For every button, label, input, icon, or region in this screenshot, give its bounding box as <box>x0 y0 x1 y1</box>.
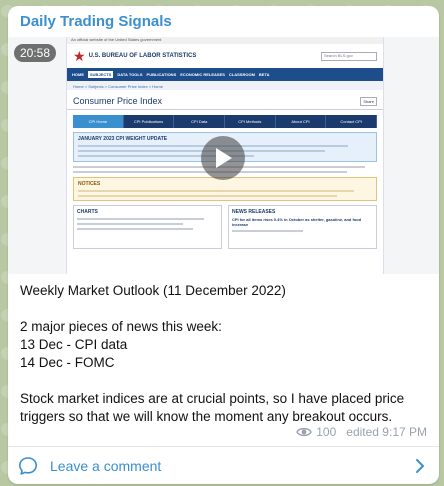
site-nav: HOME SUBJECTS DATA TOOLS PUBLICATIONS EC… <box>67 68 383 81</box>
message-text: Weekly Market Outlook (11 December 2022)… <box>20 282 432 426</box>
site-columns: CHARTS NEWS RELEASES CPI for all items r… <box>73 205 377 249</box>
leave-comment-button[interactable]: Leave a comment <box>8 447 439 484</box>
bls-logo-icon: ★ <box>73 47 86 64</box>
site-news-panel: NEWS RELEASES CPI for all items rises 0.… <box>228 205 377 249</box>
message-meta: 100 edited 9:17 PM <box>296 425 427 439</box>
chevron-right-icon <box>416 458 424 473</box>
message-line: Weekly Market Outlook (11 December 2022) <box>20 283 286 298</box>
message-line: 13 Dec - CPI data <box>20 337 128 352</box>
site-charts-panel: CHARTS <box>73 205 222 249</box>
eye-icon <box>296 427 313 437</box>
site-news-title: NEWS RELEASES <box>232 209 276 215</box>
site-news-item: CPI for all items rises 0.4% in October … <box>232 217 362 227</box>
channel-post: Daily Trading Signals 20:58 An official … <box>8 6 439 484</box>
channel-name[interactable]: Daily Trading Signals <box>20 13 172 30</box>
site-page-title-row: Consumer Price Index Share <box>67 90 383 110</box>
site-notices-box: NOTICES <box>73 177 377 201</box>
message-line: Stock market indices are at crucial poin… <box>20 391 405 424</box>
site-subtab: Contact CPI <box>326 115 378 128</box>
play-button[interactable] <box>201 136 245 180</box>
site-header: ★ U.S. BUREAU OF LABOR STATISTICS Search… <box>67 44 383 68</box>
site-nav-item: BETA <box>258 72 270 77</box>
site-breadcrumb: Home > Subjects > Consumer Price Index >… <box>67 81 383 90</box>
site-notices-title: NOTICES <box>78 181 101 187</box>
site-subtab: CPI Home <box>73 115 124 128</box>
site-page-title: Consumer Price Index <box>73 96 163 106</box>
site-title: U.S. BUREAU OF LABOR STATISTICS <box>88 53 197 59</box>
video-duration-badge: 20:58 <box>14 44 57 62</box>
gov-strip: An official website of the United States… <box>67 37 383 44</box>
site-nav-item: SUBJECTS <box>88 71 114 78</box>
edited-timestamp: edited 9:17 PM <box>346 425 427 439</box>
site-nav-item: CLASSROOM <box>228 72 255 77</box>
play-icon <box>216 148 232 168</box>
site-subtab: CPI Publications <box>124 115 175 128</box>
site-search-box: Search BLS.gov <box>321 51 377 61</box>
site-subtab: About CPI <box>276 115 327 128</box>
site-nav-item: HOME <box>72 72 84 77</box>
site-nav-item: ECONOMIC RELEASES <box>180 72 225 77</box>
view-count: 100 <box>316 425 337 439</box>
site-subtab: CPI Methods <box>225 115 276 128</box>
message-line: 14 Dec - FOMC <box>20 355 115 370</box>
leave-comment-label: Leave a comment <box>50 457 162 474</box>
message-line: 2 major pieces of news this week: <box>20 319 222 334</box>
video-preview[interactable]: 20:58 An official website of the United … <box>8 37 439 274</box>
site-subtabs: CPI Home CPI Publications CPI Data CPI M… <box>73 115 378 128</box>
site-nav-item: DATA TOOLS <box>117 72 143 77</box>
site-nav-item: PUBLICATIONS <box>146 72 177 77</box>
site-share-button: Share <box>360 96 377 106</box>
site-charts-title: CHARTS <box>77 209 98 215</box>
comment-bubble-icon <box>19 456 37 475</box>
site-subtab: CPI Data <box>174 115 226 128</box>
